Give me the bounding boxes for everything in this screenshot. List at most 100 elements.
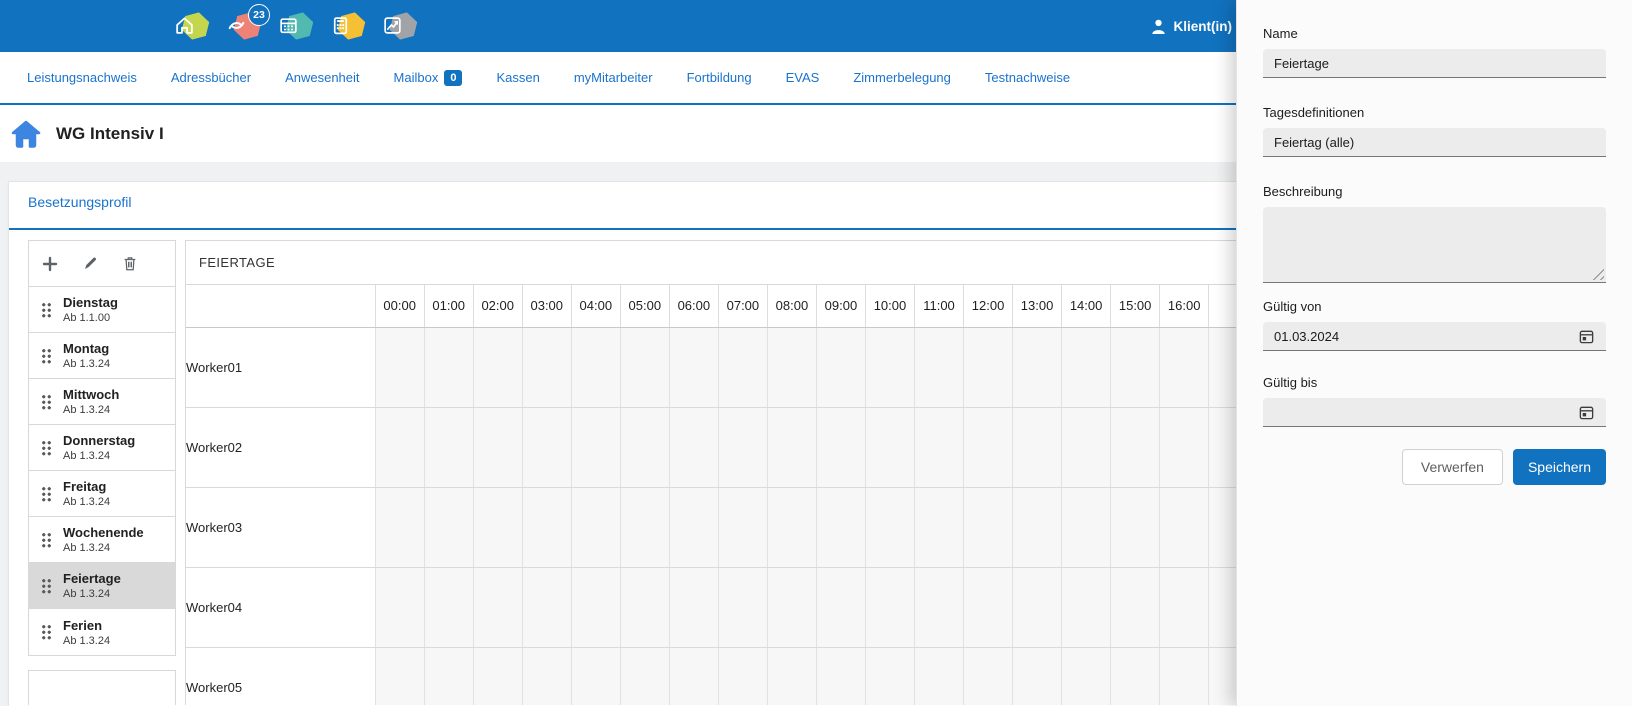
calculator-icon[interactable] bbox=[328, 6, 365, 46]
home-icon[interactable] bbox=[172, 6, 209, 46]
tab-besetzungsprofil[interactable]: Besetzungsprofil bbox=[28, 194, 132, 210]
gueltig-von-calendar-icon[interactable] bbox=[1578, 328, 1595, 345]
schedule-slot[interactable] bbox=[913, 327, 964, 408]
schedule-slot[interactable] bbox=[521, 647, 572, 705]
schedule-slot[interactable] bbox=[864, 567, 915, 648]
gueltig-bis-calendar-icon[interactable] bbox=[1578, 404, 1595, 421]
nav-item-testnachweise[interactable]: Testnachweise bbox=[985, 70, 1070, 85]
resize-grip-icon[interactable] bbox=[1591, 267, 1604, 280]
schedule-slot[interactable] bbox=[717, 567, 768, 648]
schedule-slot[interactable] bbox=[374, 567, 425, 648]
profile-item-donnerstag[interactable]: Donnerstag Ab 1.3.24 bbox=[29, 425, 175, 471]
schedule-slot[interactable] bbox=[1110, 327, 1160, 408]
schedule-slot[interactable] bbox=[1159, 327, 1209, 408]
schedule-slot[interactable] bbox=[1012, 647, 1062, 705]
drag-handle-icon[interactable] bbox=[41, 531, 52, 548]
tagesdefinitionen-select[interactable]: Feiertag (alle) bbox=[1263, 128, 1606, 157]
schedule-slot[interactable] bbox=[766, 567, 817, 648]
edit-profile-button[interactable] bbox=[82, 255, 99, 272]
nav-item-anwesenheit[interactable]: Anwesenheit bbox=[285, 70, 359, 85]
schedule-slot[interactable] bbox=[521, 327, 572, 408]
care-hands-icon[interactable]: 23 bbox=[224, 4, 270, 46]
chart-icon[interactable] bbox=[380, 6, 417, 46]
schedule-slot[interactable] bbox=[472, 567, 523, 648]
schedule-slot[interactable] bbox=[1012, 407, 1062, 488]
schedule-slot[interactable] bbox=[668, 407, 719, 488]
profile-item-dienstag[interactable]: Dienstag Ab 1.1.00 bbox=[29, 287, 175, 333]
schedule-slot[interactable] bbox=[963, 407, 1013, 488]
schedule-slot[interactable] bbox=[472, 647, 523, 705]
nav-item-evas[interactable]: EVAS bbox=[786, 70, 820, 85]
schedule-slot[interactable] bbox=[668, 487, 719, 568]
schedule-slot[interactable] bbox=[1110, 487, 1160, 568]
schedule-slot[interactable] bbox=[1159, 407, 1209, 488]
user-menu[interactable]: Klient(in) bbox=[1150, 0, 1232, 52]
schedule-slot[interactable] bbox=[1110, 567, 1160, 648]
schedule-slot[interactable] bbox=[717, 327, 768, 408]
nav-item-zimmerbelegung[interactable]: Zimmerbelegung bbox=[853, 70, 951, 85]
schedule-slot[interactable] bbox=[619, 487, 670, 568]
schedule-slot[interactable] bbox=[963, 327, 1013, 408]
schedule-slot[interactable] bbox=[1159, 567, 1209, 648]
schedule-slot[interactable] bbox=[864, 407, 915, 488]
profile-item-mittwoch[interactable]: Mittwoch Ab 1.3.24 bbox=[29, 379, 175, 425]
beschreibung-textarea[interactable] bbox=[1263, 207, 1606, 283]
profile-item-freitag[interactable]: Freitag Ab 1.3.24 bbox=[29, 471, 175, 517]
schedule-slot[interactable] bbox=[668, 567, 719, 648]
schedule-slot[interactable] bbox=[963, 567, 1013, 648]
gueltig-bis-input[interactable] bbox=[1263, 398, 1606, 427]
schedule-slot[interactable] bbox=[864, 487, 915, 568]
schedule-slot[interactable] bbox=[472, 327, 523, 408]
nav-item-fortbildung[interactable]: Fortbildung bbox=[687, 70, 752, 85]
schedule-slot[interactable] bbox=[668, 327, 719, 408]
schedule-slot[interactable] bbox=[1012, 487, 1062, 568]
nav-item-mymitarbeiter[interactable]: myMitarbeiter bbox=[574, 70, 653, 85]
schedule-slot[interactable] bbox=[374, 487, 425, 568]
delete-profile-button[interactable] bbox=[122, 255, 138, 272]
nav-item-adressb-cher[interactable]: Adressbücher bbox=[171, 70, 251, 85]
schedule-slot[interactable] bbox=[619, 647, 670, 705]
schedule-slot[interactable] bbox=[423, 647, 474, 705]
nav-item-mailbox[interactable]: Mailbox 0 bbox=[394, 69, 463, 86]
profile-item-wochenende[interactable]: Wochenende Ab 1.3.24 bbox=[29, 517, 175, 563]
schedule-slot[interactable] bbox=[864, 647, 915, 705]
schedule-slot[interactable] bbox=[1110, 647, 1160, 705]
schedule-slot[interactable] bbox=[619, 327, 670, 408]
schedule-slot[interactable] bbox=[913, 647, 964, 705]
schedule-slot[interactable] bbox=[717, 647, 768, 705]
schedule-slot[interactable] bbox=[668, 647, 719, 705]
schedule-slot[interactable] bbox=[472, 487, 523, 568]
drag-handle-icon[interactable] bbox=[41, 624, 52, 640]
schedule-slot[interactable] bbox=[570, 487, 621, 568]
schedule-slot[interactable] bbox=[374, 407, 425, 488]
schedule-slot[interactable] bbox=[1061, 567, 1111, 648]
schedule-slot[interactable] bbox=[423, 327, 474, 408]
schedule-slot[interactable] bbox=[1061, 407, 1111, 488]
schedule-slot[interactable] bbox=[374, 327, 425, 408]
schedule-slot[interactable] bbox=[913, 567, 964, 648]
schedule-slot[interactable] bbox=[374, 647, 425, 705]
profile-item-feiertage[interactable]: Feiertage Ab 1.3.24 bbox=[29, 563, 175, 609]
schedule-slot[interactable] bbox=[1110, 407, 1160, 488]
schedule-slot[interactable] bbox=[815, 327, 866, 408]
schedule-slot[interactable] bbox=[570, 407, 621, 488]
schedule-slot[interactable] bbox=[1012, 567, 1062, 648]
name-input[interactable]: Feiertage bbox=[1263, 49, 1606, 78]
schedule-slot[interactable] bbox=[423, 487, 474, 568]
schedule-slot[interactable] bbox=[963, 487, 1013, 568]
schedule-slot[interactable] bbox=[766, 407, 817, 488]
schedule-slot[interactable] bbox=[766, 327, 817, 408]
schedule-slot[interactable] bbox=[815, 647, 866, 705]
schedule-slot[interactable] bbox=[1159, 487, 1209, 568]
schedule-slot[interactable] bbox=[570, 327, 621, 408]
calendar-icon[interactable] bbox=[276, 6, 313, 46]
schedule-slot[interactable] bbox=[570, 567, 621, 648]
add-profile-button[interactable] bbox=[41, 255, 59, 273]
nav-item-kassen[interactable]: Kassen bbox=[496, 70, 539, 85]
schedule-slot[interactable] bbox=[815, 487, 866, 568]
schedule-slot[interactable] bbox=[815, 407, 866, 488]
schedule-slot[interactable] bbox=[963, 647, 1013, 705]
schedule-slot[interactable] bbox=[864, 327, 915, 408]
drag-handle-icon[interactable] bbox=[41, 577, 52, 594]
schedule-slot[interactable] bbox=[423, 407, 474, 488]
